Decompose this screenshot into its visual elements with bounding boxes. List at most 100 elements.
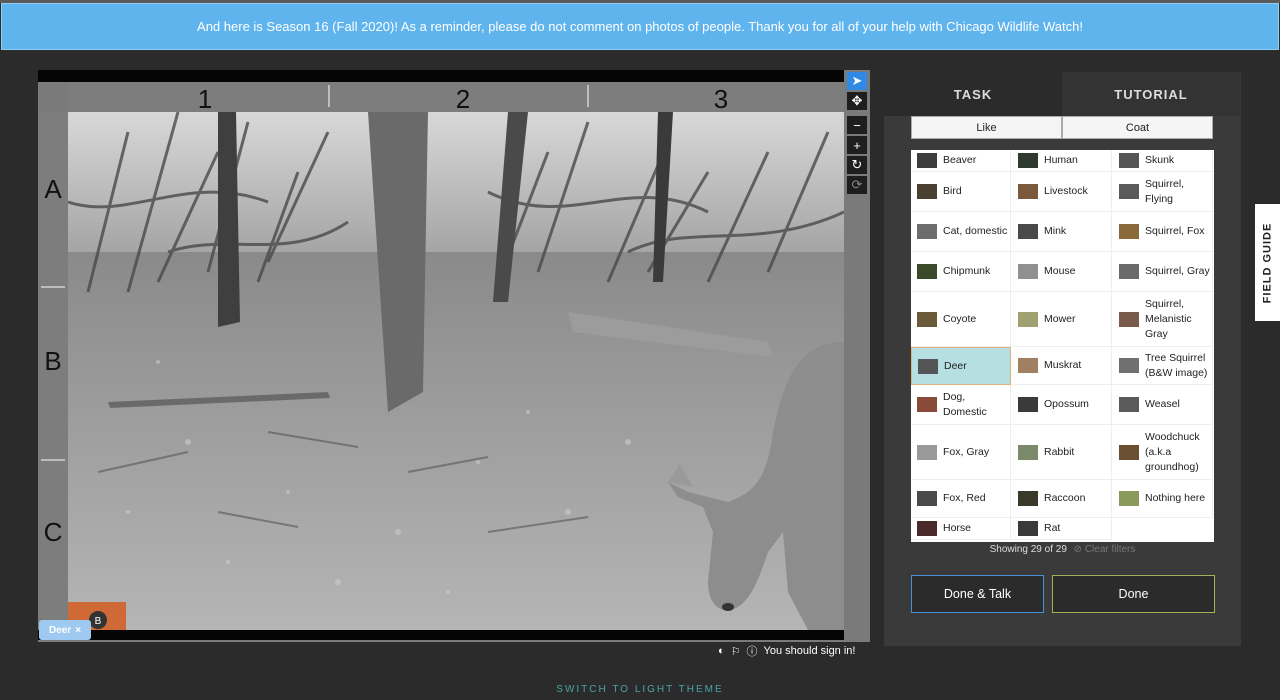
- tab-task[interactable]: TASK: [884, 72, 1062, 116]
- species-choice[interactable]: Coyote: [911, 292, 1011, 347]
- done-button[interactable]: Done: [1052, 575, 1215, 613]
- species-choice[interactable]: Skunk: [1113, 150, 1213, 172]
- species-thumbnail: [917, 491, 937, 506]
- grid-divider: [41, 286, 65, 288]
- species-choice[interactable]: Squirrel, Fox: [1113, 212, 1213, 252]
- species-thumbnail: [917, 264, 937, 279]
- species-choice-label: Fox, Red: [943, 492, 986, 504]
- species-choice[interactable]: Rat: [1012, 518, 1112, 540]
- subject-viewer[interactable]: 1 2 3 A B C B ➤ ✥ − + ↻ ⟳: [38, 70, 870, 642]
- species-thumbnail: [1018, 153, 1038, 168]
- species-choice[interactable]: Squirrel, Melanistic Gray: [1113, 292, 1213, 347]
- grid-divider: [328, 85, 330, 107]
- rotate-icon[interactable]: ↻: [847, 156, 867, 174]
- filter-coat-button[interactable]: Coat: [1062, 116, 1213, 139]
- banner-text: And here is Season 16 (Fall 2020)! As a …: [197, 19, 1083, 34]
- switch-theme-link[interactable]: SWITCH TO LIGHT THEME: [0, 684, 1280, 695]
- info-icon[interactable]: ⓘ: [747, 643, 758, 659]
- species-choice[interactable]: Opossum: [1012, 385, 1112, 425]
- species-choice[interactable]: Nothing here: [1113, 480, 1213, 518]
- species-thumbnail: [1018, 491, 1038, 506]
- sign-in-message: You should sign in!: [763, 645, 856, 657]
- species-choice[interactable]: Muskrat: [1012, 347, 1112, 385]
- species-choice-label: Squirrel, Gray: [1145, 265, 1210, 277]
- field-guide-tab[interactable]: FIELD GUIDE: [1255, 204, 1280, 321]
- species-choice-label: Deer: [944, 359, 967, 372]
- species-choice[interactable]: Cat, domestic: [911, 212, 1011, 252]
- field-guide-label: FIELD GUIDE: [1261, 222, 1274, 303]
- species-thumbnail: [1018, 224, 1038, 239]
- species-choice[interactable]: Woodchuck (a.k.a groundhog): [1113, 425, 1213, 480]
- species-choice[interactable]: Raccoon: [1012, 480, 1112, 518]
- grid-row-header: A B C: [38, 112, 68, 630]
- species-thumbnail: [1018, 311, 1038, 327]
- species-choice-label: Rat: [1044, 522, 1061, 534]
- species-choice-label: Mink: [1044, 225, 1067, 237]
- species-choice[interactable]: Tree Squirrel (B&W image): [1113, 347, 1213, 385]
- species-choice[interactable]: Fox, Red: [911, 480, 1011, 518]
- filter-like-button[interactable]: Like: [911, 116, 1062, 139]
- species-choice[interactable]: Dog, Domestic: [911, 385, 1011, 425]
- species-thumbnail: [1018, 521, 1038, 536]
- species-choice-label: Mouse: [1044, 265, 1076, 277]
- viewer-bottom-bar: [38, 630, 844, 640]
- species-choice[interactable]: Mouse: [1012, 252, 1112, 292]
- species-choice[interactable]: Fox, Gray: [911, 425, 1011, 480]
- species-thumbnail: [1119, 358, 1139, 373]
- species-thumbnail: [917, 521, 937, 536]
- species-choice-list: Beaver Human Skunk Bird Livestock Squirrel, F…: [911, 150, 1214, 542]
- species-choice-label: Nothing here: [1145, 492, 1206, 504]
- forest-scene-image: B: [68, 112, 844, 630]
- species-thumbnail: [1018, 358, 1038, 373]
- tab-tutorial[interactable]: TUTORIAL: [1062, 72, 1240, 116]
- species-choice-label: Beaver: [943, 154, 977, 166]
- species-choice[interactable]: Squirrel, Flying: [1113, 172, 1213, 212]
- panel-tabs: TASK TUTORIAL: [884, 72, 1241, 116]
- zoom-in-icon[interactable]: +: [847, 136, 867, 154]
- grid-column-header: 1 2 3: [68, 82, 844, 114]
- species-choice[interactable]: Mower: [1012, 292, 1112, 347]
- camera-trap-photo[interactable]: B: [68, 112, 844, 630]
- pointer-icon[interactable]: ➤: [847, 72, 867, 90]
- species-choice[interactable]: Rabbit: [1012, 425, 1112, 480]
- species-choice-label: Cat, domestic: [943, 225, 1008, 237]
- species-grid: Beaver Human Skunk Bird Livestock Squirrel, F…: [911, 150, 1214, 540]
- species-choice[interactable]: Bird: [911, 172, 1011, 212]
- species-choice[interactable]: Human: [1012, 150, 1112, 172]
- task-panel: TASK TUTORIAL Like Coat Beaver Human Skunk…: [884, 72, 1241, 646]
- species-thumbnail: [1119, 224, 1139, 239]
- done-and-talk-button[interactable]: Done & Talk: [911, 575, 1044, 613]
- species-choice[interactable]: Deer: [911, 347, 1011, 385]
- grid-divider: [41, 459, 65, 461]
- species-choice-label: Muskrat: [1044, 359, 1082, 371]
- species-thumbnail: [917, 153, 937, 168]
- announcement-banner: And here is Season 16 (Fall 2020)! As a …: [1, 3, 1279, 50]
- flag-icon[interactable]: ⚐: [731, 645, 741, 658]
- species-choice-label: Skunk: [1145, 154, 1175, 166]
- species-thumbnail: [1119, 184, 1139, 199]
- species-thumbnail: [1018, 444, 1038, 460]
- species-choice[interactable]: Chipmunk: [911, 252, 1011, 292]
- species-thumbnail: [1018, 397, 1038, 412]
- annotation-tag[interactable]: Deer ×: [39, 620, 91, 640]
- species-choice-label: Weasel: [1145, 398, 1180, 410]
- species-choice-label: Opossum: [1044, 398, 1089, 410]
- species-choice-label: Dog, Domestic: [943, 390, 987, 418]
- move-icon[interactable]: ✥: [847, 92, 867, 110]
- clear-filters-link[interactable]: ⊘ Clear filters: [1074, 544, 1136, 555]
- species-choice[interactable]: Livestock: [1012, 172, 1112, 212]
- species-thumbnail: [1119, 397, 1139, 412]
- species-choice-label: Squirrel, Fox: [1145, 225, 1205, 237]
- zoom-out-icon[interactable]: −: [847, 116, 867, 134]
- species-choice[interactable]: Weasel: [1113, 385, 1213, 425]
- reset-icon[interactable]: ⟳: [847, 176, 867, 194]
- species-choice-label: Coyote: [943, 312, 977, 325]
- species-choice[interactable]: Squirrel, Gray: [1113, 252, 1213, 292]
- species-choice[interactable]: Horse: [911, 518, 1011, 540]
- species-choice[interactable]: Beaver: [911, 150, 1011, 172]
- invert-icon[interactable]: ◐: [718, 645, 725, 657]
- close-icon[interactable]: ×: [75, 625, 81, 636]
- species-choice[interactable]: Mink: [1012, 212, 1112, 252]
- grid-column-label: 1: [197, 84, 213, 114]
- species-choice-label: Fox, Gray: [943, 445, 990, 458]
